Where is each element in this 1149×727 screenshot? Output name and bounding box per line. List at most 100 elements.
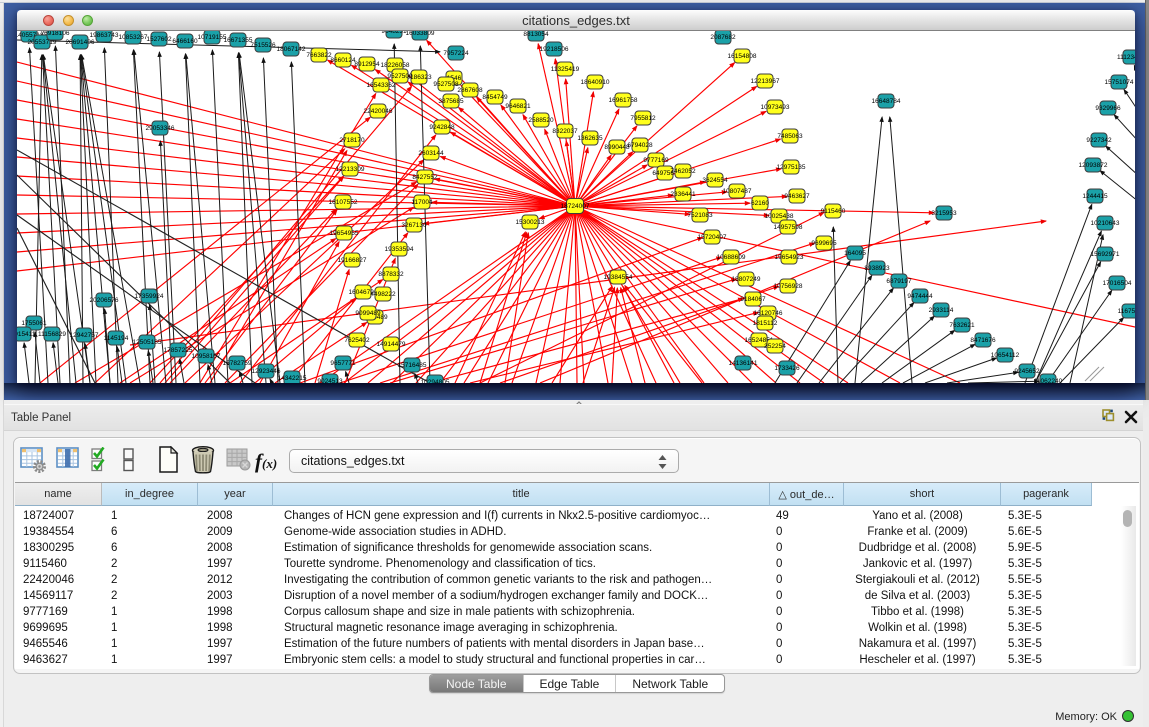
svg-text:12942757: 12942757 — [70, 332, 99, 339]
svg-text:9527500: 9527500 — [387, 73, 413, 80]
svg-text:9657771: 9657771 — [330, 360, 356, 367]
svg-text:7632621: 7632621 — [949, 322, 975, 329]
svg-text:6879197: 6879197 — [886, 278, 912, 285]
svg-text:12213967: 12213967 — [751, 78, 780, 85]
svg-text:6466160: 6466160 — [172, 38, 198, 45]
svg-text:8912954: 8912954 — [354, 61, 380, 68]
svg-text:22420046: 22420046 — [364, 108, 393, 115]
svg-text:2603144: 2603144 — [418, 150, 444, 157]
svg-text:19353594: 19353594 — [385, 246, 414, 253]
svg-text:8990448: 8990448 — [604, 144, 630, 151]
svg-text:10958107: 10958107 — [192, 353, 221, 360]
svg-text:3215953: 3215953 — [931, 210, 957, 217]
svg-text:9099489: 9099489 — [355, 310, 381, 317]
svg-text:9329966: 9329966 — [1095, 105, 1121, 112]
svg-text:1527602: 1527602 — [146, 36, 172, 43]
svg-text:9699695: 9699695 — [811, 240, 837, 247]
svg-text:26918106: 26918106 — [41, 31, 70, 37]
svg-text:9463627: 9463627 — [784, 193, 810, 200]
svg-text:14136141: 14136141 — [729, 360, 758, 367]
svg-text:9527508: 9527508 — [433, 81, 459, 88]
svg-text:2087682: 2087682 — [710, 34, 736, 41]
svg-text:7521083: 7521083 — [687, 212, 713, 219]
svg-text:29053346: 29053346 — [146, 125, 175, 132]
svg-text:7663822: 7663822 — [306, 52, 332, 59]
svg-text:10807487: 10807487 — [723, 188, 752, 195]
svg-text:15720407: 15720407 — [698, 234, 727, 241]
svg-text:15300213: 15300213 — [516, 219, 545, 226]
svg-text:16782759: 16782759 — [223, 360, 252, 367]
svg-text:7515526: 7515526 — [250, 42, 276, 49]
svg-text:16154808: 16154808 — [728, 53, 757, 60]
svg-text:12975135: 12975135 — [777, 164, 806, 171]
svg-text:15716485: 15716485 — [398, 362, 427, 369]
svg-text:8660124: 8660124 — [330, 57, 356, 64]
svg-text:9245652: 9245652 — [1014, 368, 1040, 375]
svg-text:11062240: 11062240 — [1034, 378, 1063, 383]
svg-text:164095: 164095 — [844, 250, 866, 257]
svg-text:9474444: 9474444 — [907, 293, 933, 300]
svg-text:2867608: 2867608 — [457, 87, 483, 94]
svg-text:16961758: 16961758 — [609, 97, 638, 104]
svg-text:8471676: 8471676 — [970, 337, 996, 344]
svg-text:1362635: 1362635 — [577, 135, 603, 142]
svg-text:10688609: 10688609 — [717, 254, 746, 261]
svg-text:18067142: 18067142 — [277, 46, 306, 53]
svg-text:10294805: 10294805 — [421, 379, 450, 383]
svg-text:8938923: 8938923 — [864, 265, 890, 272]
svg-text:3915411: 3915411 — [17, 331, 36, 338]
svg-text:117004: 117004 — [411, 199, 433, 206]
svg-text:16543362: 16543362 — [367, 82, 396, 89]
svg-text:11156829: 11156829 — [38, 331, 66, 338]
svg-text:62160: 62160 — [751, 200, 769, 207]
svg-text:11123404: 11123404 — [1117, 54, 1135, 61]
svg-text:19218506: 19218506 — [540, 46, 569, 53]
svg-text:6794028: 6794028 — [627, 142, 653, 149]
svg-text:17857225: 17857225 — [164, 347, 193, 354]
svg-text:19166827: 19166827 — [338, 257, 367, 264]
svg-text:15751074: 15751074 — [1105, 79, 1134, 86]
svg-text:3624554: 3624554 — [702, 177, 728, 184]
svg-text:17359924: 17359924 — [135, 293, 164, 300]
svg-text:19654955: 19654955 — [330, 230, 359, 237]
svg-text:15692971: 15692971 — [1091, 251, 1120, 258]
svg-text:7625402: 7625402 — [344, 337, 370, 344]
svg-text:1244415: 1244415 — [1082, 193, 1108, 200]
svg-text:16648784: 16648784 — [872, 98, 901, 105]
svg-text:14342215: 14342215 — [278, 375, 307, 382]
svg-text:18226058: 18226058 — [381, 62, 410, 69]
svg-text:3875685: 3875685 — [438, 98, 464, 105]
svg-text:18724007: 18724007 — [561, 203, 590, 210]
svg-text:1755061: 1755061 — [21, 320, 47, 327]
svg-text:12923446: 12923446 — [252, 368, 281, 375]
svg-text:20206576: 20206576 — [90, 297, 119, 304]
svg-text:9777169: 9777169 — [643, 157, 669, 164]
svg-text:11325419: 11325419 — [551, 66, 580, 73]
svg-text:10853267: 10853267 — [119, 34, 148, 41]
svg-text:14957598: 14957598 — [774, 224, 803, 231]
svg-text:9024513: 9024513 — [317, 378, 343, 383]
svg-text:12213309: 12213309 — [336, 166, 365, 173]
svg-text:7957224: 7957224 — [443, 50, 469, 57]
svg-text:1167533: 1167533 — [1118, 308, 1135, 315]
svg-text:2718170: 2718170 — [339, 137, 365, 144]
svg-text:1815112: 1815112 — [753, 320, 778, 327]
svg-text:9648231: 9648231 — [381, 31, 407, 35]
svg-text:12093872: 12093872 — [1079, 162, 1108, 169]
svg-text:10719155: 10719155 — [198, 34, 227, 41]
svg-text:10654112: 10654112 — [991, 352, 1020, 359]
svg-text:10025438: 10025438 — [765, 213, 794, 220]
svg-text:9184067: 9184067 — [740, 296, 766, 303]
svg-text:19863743: 19863743 — [90, 32, 119, 39]
svg-text:10756928: 10756928 — [774, 283, 803, 290]
svg-text:12505185: 12505185 — [133, 339, 162, 346]
svg-text:18640910: 18640910 — [581, 79, 610, 86]
svg-text:9227342: 9227342 — [1086, 137, 1112, 144]
svg-text:8878332: 8878332 — [378, 271, 404, 278]
svg-text:19654923: 19654923 — [775, 254, 804, 261]
svg-text:17016504: 17016504 — [1103, 280, 1132, 287]
svg-text:8454749: 8454749 — [482, 94, 508, 101]
svg-text:10210643: 10210643 — [1091, 220, 1120, 227]
svg-text:16033809: 16033809 — [406, 31, 435, 37]
svg-text:18807249: 18807249 — [732, 276, 761, 283]
